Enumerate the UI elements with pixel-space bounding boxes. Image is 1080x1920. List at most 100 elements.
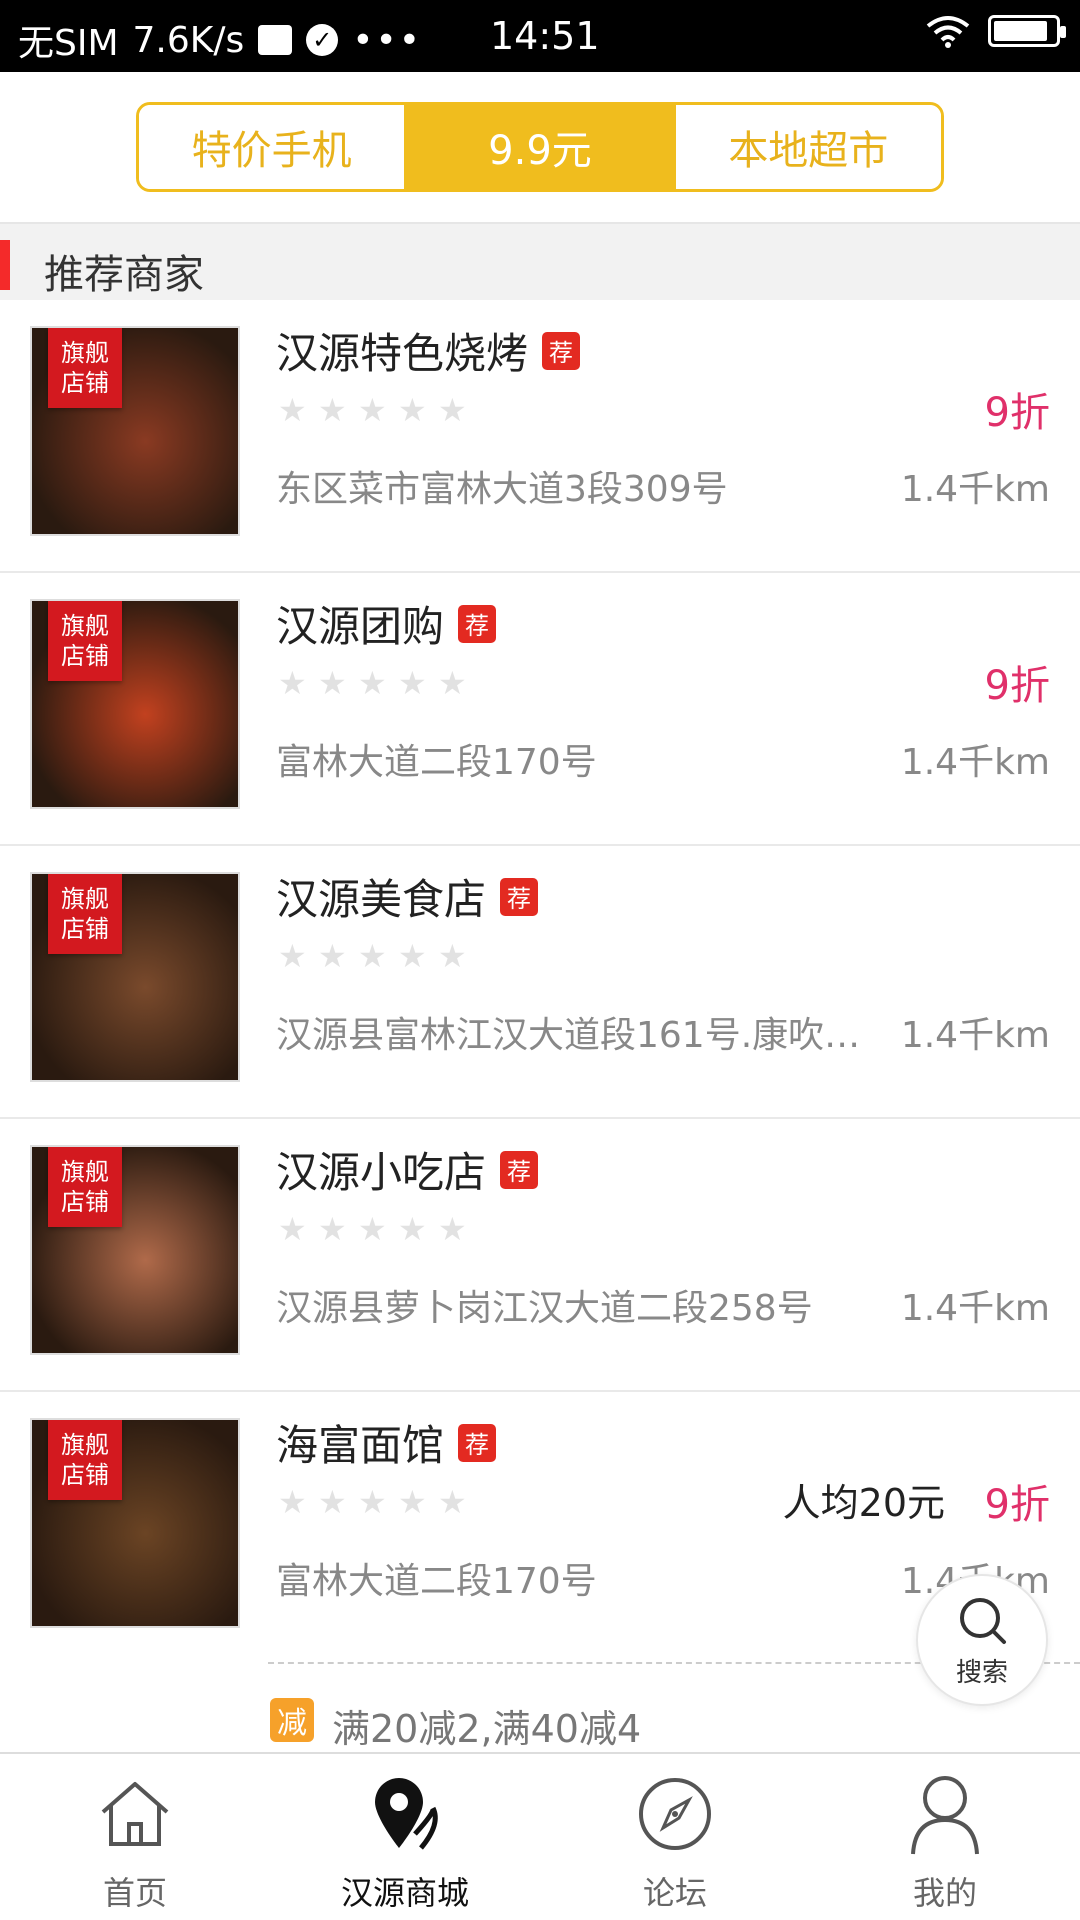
merchant-name: 海富面馆 [276,1421,445,1470]
flagship-badge-line2: 店铺 [61,1188,109,1216]
tab-forum-label: 论坛 [642,1874,707,1912]
merchant-name: 汉源特色烧烤 [276,329,529,378]
star-icon: ★ [278,1483,307,1521]
tab-home-label: 首页 [102,1874,167,1912]
recommended-tag: 荐 [542,331,581,370]
star-icon: ★ [438,1210,467,1248]
wifi-icon [926,16,970,48]
star-icon: ★ [358,937,387,975]
clock: 14:51 [490,14,600,58]
star-icon: ★ [278,937,307,975]
merchant-thumbnail[interactable]: 旗舰 店铺 [30,1145,240,1355]
section-accent-bar [0,240,10,290]
flagship-badge: 旗舰 店铺 [48,874,122,954]
merchant-distance: 1.4千km [900,469,1050,510]
merchant-row[interactable]: 旗舰 店铺 汉源团购荐 ★ ★ ★ ★ ★ 9折 富林大道二段170号 1.4千km [0,573,1080,846]
star-icon: ★ [318,391,347,429]
flagship-badge-line1: 旗舰 [61,885,109,913]
merchant-name-row: 汉源团购荐 [276,593,497,654]
recommended-tag: 荐 [458,1423,497,1462]
merchant-distance: 1.4千km [900,1015,1050,1056]
flagship-badge: 旗舰 店铺 [48,328,122,408]
merchant-distance: 1.4千km [900,1288,1050,1329]
star-icon: ★ [398,391,427,429]
flagship-badge-line2: 店铺 [61,1461,109,1489]
merchant-address: 富林大道二段170号 [276,742,597,783]
flagship-badge-line1: 旗舰 [61,1431,109,1459]
more-icon: ••• [352,19,422,61]
network-speed: 7.6K/s [132,19,245,61]
discount-label: 9折 [984,1482,1050,1528]
user-icon [901,1770,989,1858]
star-icon: ★ [438,1483,467,1521]
segment-area: 特价手机 9.9元 本地超市 [0,72,1080,222]
tab-mine-label: 我的 [912,1874,977,1912]
rating-stars: ★ ★ ★ ★ ★ [278,937,467,975]
promo-text: 满20减2,满40减4 [332,1707,642,1751]
merchant-row[interactable]: 旗舰 店铺 汉源特色烧烤荐 ★ ★ ★ ★ ★ 9折东区菜市富林大道3段309号 1.4千km [0,300,1080,573]
carrier-text: 无SIM [18,23,119,64]
discount-label: 9折 [984,663,1050,709]
bottom-tab-bar: 首页 汉源商城 论坛 我的 [0,1752,1080,1920]
search-fab[interactable]: 搜索 [916,1574,1048,1706]
star-icon: ★ [438,664,467,702]
flagship-badge: 旗舰 店铺 [48,1147,122,1227]
star-icon: ★ [398,1210,427,1248]
star-icon: ★ [438,391,467,429]
status-right [926,14,1066,48]
tab-home[interactable]: 首页 [0,1754,270,1920]
star-icon: ★ [318,664,347,702]
merchant-thumbnail[interactable]: 旗舰 店铺 [30,872,240,1082]
battery-icon [988,15,1066,47]
segment-tab-phones[interactable]: 特价手机 [139,105,405,189]
flagship-badge-line2: 店铺 [61,915,109,943]
flagship-badge-line1: 旗舰 [61,339,109,367]
star-icon: ★ [278,391,307,429]
star-icon: ★ [358,664,387,702]
merchant-address: 富林大道二段170号 [276,1561,597,1602]
segment-tab-9-9[interactable]: 9.9元 [404,105,673,189]
tab-mine[interactable]: 我的 [810,1754,1080,1920]
star-icon: ★ [358,1210,387,1248]
merchant-row[interactable]: 旗舰 店铺 汉源小吃店荐 ★ ★ ★ ★ ★ 汉源县萝卜岗江汉大道二段258号 1.4千km [0,1119,1080,1392]
merchant-row[interactable]: 旗舰 店铺 汉源美食店荐 ★ ★ ★ ★ ★ 汉源县富林江汉大道段161号.康吹… 1.4千km [0,846,1080,1119]
check-icon: ✓ [306,24,339,56]
tab-forum[interactable]: 论坛 [540,1754,810,1920]
gallery-icon [258,25,293,55]
rating-stars: ★ ★ ★ ★ ★ [278,1483,467,1521]
star-icon: ★ [398,1483,427,1521]
flagship-badge-line2: 店铺 [61,369,109,397]
discount-label: 9折 [984,390,1050,436]
average-price: 人均20元 [782,1481,945,1525]
flagship-badge-line1: 旗舰 [61,1158,109,1186]
star-icon: ★ [438,937,467,975]
merchant-thumbnail[interactable]: 旗舰 店铺 [30,599,240,809]
star-icon: ★ [318,937,347,975]
star-icon: ★ [318,1483,347,1521]
merchant-name: 汉源小吃店 [276,1148,487,1197]
search-fab-label: 搜索 [955,1657,1008,1688]
segment-tab-supermarket[interactable]: 本地超市 [672,105,941,189]
star-icon: ★ [318,1210,347,1248]
flagship-badge: 旗舰 店铺 [48,601,122,681]
rating-stars: ★ ★ ★ ★ ★ [278,391,467,429]
battery-level [994,21,1048,41]
recommended-tag: 荐 [500,1150,539,1189]
recommended-tag: 荐 [500,877,539,916]
merchant-thumbnail[interactable]: 旗舰 店铺 [30,326,240,536]
tab-mall[interactable]: 汉源商城 [270,1754,540,1920]
tab-mall-label: 汉源商城 [340,1874,469,1912]
star-icon: ★ [398,664,427,702]
search-icon [960,1597,1006,1644]
rating-stars: ★ ★ ★ ★ ★ [278,664,467,702]
merchant-name-row: 汉源特色烧烤荐 [276,320,581,381]
merchant-distance: 1.4千km [900,742,1050,783]
merchant-address: 东区菜市富林大道3段309号 [276,469,728,510]
merchant-thumbnail[interactable]: 旗舰 店铺 [30,1418,240,1628]
star-icon: ★ [358,1483,387,1521]
rating-stars: ★ ★ ★ ★ ★ [278,1210,467,1248]
status-bar: 无SIM 7.6K/s ✓ ••• 14:51 [0,0,1080,72]
merchant-name-row: 海富面馆荐 [276,1412,497,1473]
star-icon: ★ [358,391,387,429]
merchant-name-row: 汉源美食店荐 [276,866,539,927]
